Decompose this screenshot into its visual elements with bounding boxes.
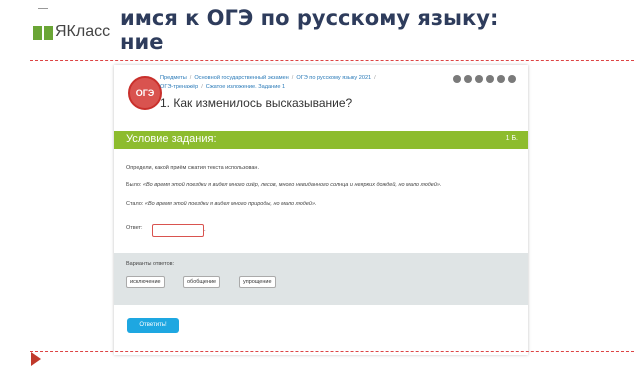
variant-chip-generalization[interactable]: обобщение [183,276,221,288]
was-line: Было: «Во время этой поездки я видел мно… [126,182,442,188]
breadcrumb-separator: / [201,84,203,90]
breadcrumb-subjects[interactable]: Предметы [160,75,187,81]
flag-icon[interactable] [508,75,516,83]
variant-chip-simplification[interactable]: упрощение [239,276,276,288]
slide-title: имся к ОГЭ по русскому языку: ние [120,6,630,54]
condition-label: Условие задания: [126,133,217,145]
logo-text: ЯКласс [55,23,111,40]
now-label: Стало: [126,201,144,207]
answer-trailing: . [204,227,206,233]
answer-label: Ответ: [126,225,143,231]
now-text: «Во время этой поездки я видел много при… [144,201,317,207]
points-badge: 1 Б. [505,135,518,142]
divider-bottom [30,351,634,352]
task-title: 1. Как изменилось высказывание? [160,96,353,110]
breadcrumb-oge[interactable]: Основной государственный экзамен [194,75,288,81]
was-text: «Во время этой поездки я видел много озё… [142,182,442,188]
slide-title-line1: имся к ОГЭ по русскому языку: [120,6,499,30]
task-panel: ОГЭ Предметы / Основной государственный эк… [114,65,528,355]
breadcrumb-trainer[interactable]: ОГЭ-тренажёр [160,84,198,90]
breadcrumb-russian-2021[interactable]: ОГЭ по русскому языку 2021 [296,75,371,81]
variants-area: Варианты ответов: исключение обобщение у… [114,253,528,305]
oge-badge: ОГЭ [128,76,162,110]
book-icon [33,26,53,40]
submit-button[interactable]: Ответить! [127,318,179,333]
breadcrumb-separator: / [374,75,376,81]
breadcrumb-separator: / [189,75,192,81]
task-prompt: Определи, какой приём сжатия текста испо… [126,165,259,171]
breadcrumb-separator: / [291,75,294,81]
play-arrow-icon [31,352,41,366]
mail-icon[interactable] [475,75,483,83]
breadcrumb: Предметы / Основной государственный экзаме… [160,74,460,92]
variants-label: Варианты ответов: [126,261,175,267]
twitter-icon[interactable] [497,75,505,83]
condition-header: Условие задания: 1 Б. [114,131,528,149]
answer-drop-field[interactable] [152,224,204,237]
divider-top [30,60,634,61]
share-icons [453,75,516,83]
facebook-icon[interactable] [453,75,461,83]
variant-chip-exclusion[interactable]: исключение [126,276,165,288]
was-label: Было: [126,182,142,188]
breadcrumb-task[interactable]: Сжатое изложение. Задание 1 [206,84,285,90]
now-line: Стало: «Во время этой поездки я видел мн… [126,201,317,207]
yaklass-logo: ЯКласс [24,19,118,49]
corner-line [38,8,48,9]
odnoklassniki-icon[interactable] [464,75,472,83]
vk-icon[interactable] [486,75,494,83]
slide-title-line2: ние [120,30,164,54]
